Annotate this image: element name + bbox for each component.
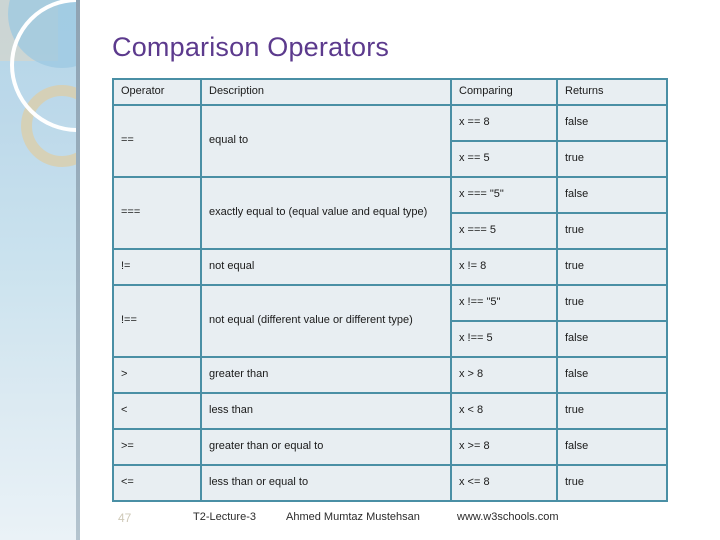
cell-description: greater than or equal to (200, 428, 452, 466)
cell-comparing: x !== 5 (450, 320, 558, 358)
table-row: <= less than or equal to x <= 8 true (112, 464, 668, 502)
cell-returns: true (556, 284, 668, 322)
footer: 47 T2-Lecture-3 Ahmed Mumtaz Mustehsan w… (0, 508, 720, 534)
table-row: >= greater than or equal to x >= 8 false (112, 428, 668, 466)
cell-description: not equal (200, 248, 452, 286)
cell-comparing: x < 8 (450, 392, 558, 430)
cell-returns: false (556, 176, 668, 214)
cell-comparing: x !== "5" (450, 284, 558, 322)
cell-returns: true (556, 248, 668, 286)
cell-description: less than or equal to (200, 464, 452, 502)
cell-description: less than (200, 392, 452, 430)
table-row: !== not equal (different value or differe… (112, 284, 668, 358)
comparison-operators-table: Operator Description Comparing Returns =… (112, 78, 668, 502)
column-header-operator: Operator (112, 78, 202, 106)
cell-returns: false (556, 104, 668, 142)
cell-comparing: x == 5 (450, 140, 558, 178)
cell-comparing: x == 8 (450, 104, 558, 142)
table-row: > greater than x > 8 false (112, 356, 668, 394)
table-row: < less than x < 8 true (112, 392, 668, 430)
cell-returns: true (556, 212, 668, 250)
cell-returns: true (556, 392, 668, 430)
page-title: Comparison Operators (112, 32, 390, 62)
cell-comparing: x >= 8 (450, 428, 558, 466)
column-header-description: Description (200, 78, 452, 106)
cell-operator: == (112, 104, 202, 178)
cell-operator: > (112, 356, 202, 394)
column-header-returns: Returns (556, 78, 668, 106)
table-header-row: Operator Description Comparing Returns (112, 78, 668, 106)
column-header-comparing: Comparing (450, 78, 558, 106)
cell-comparing: x != 8 (450, 248, 558, 286)
cell-comparing: x === "5" (450, 176, 558, 214)
cell-description: not equal (different value or different … (200, 284, 452, 358)
cell-operator: <= (112, 464, 202, 502)
cell-comparing: x === 5 (450, 212, 558, 250)
cell-description: exactly equal to (equal value and equal … (200, 176, 452, 250)
table-body: == equal to x == 8 false x == 5 true === exactl… (112, 104, 668, 502)
cell-returns: false (556, 356, 668, 394)
footer-author: Ahmed Mumtaz Mustehsan (286, 511, 420, 523)
cell-returns: true (556, 140, 668, 178)
cell-operator: >= (112, 428, 202, 466)
cell-comparing: x > 8 (450, 356, 558, 394)
cell-operator: != (112, 248, 202, 286)
footer-source: www.w3schools.com (457, 511, 559, 523)
cell-description: equal to (200, 104, 452, 178)
decorative-left-band (0, 0, 76, 540)
decorative-divider (76, 0, 80, 540)
table-row: != not equal x != 8 true (112, 248, 668, 286)
cell-returns: true (556, 464, 668, 502)
cell-operator: !== (112, 284, 202, 358)
cell-comparing: x <= 8 (450, 464, 558, 502)
cell-operator: === (112, 176, 202, 250)
cell-returns: false (556, 428, 668, 466)
cell-operator: < (112, 392, 202, 430)
cell-description: greater than (200, 356, 452, 394)
table-row: == equal to x == 8 false (112, 104, 668, 178)
slide-number: 47 (118, 511, 132, 525)
footer-lecture: T2-Lecture-3 (193, 511, 256, 523)
table-row: === exactly equal to (equal value and equ… (112, 176, 668, 250)
cell-returns: false (556, 320, 668, 358)
